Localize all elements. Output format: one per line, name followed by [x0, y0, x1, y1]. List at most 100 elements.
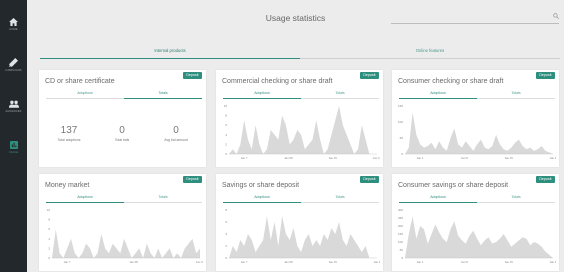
deposit-badge: Deposit	[359, 72, 379, 79]
card-tabs: Adoptions Totals	[399, 195, 555, 203]
x-tick-label: Jan 1	[417, 260, 424, 264]
stat-avg-bal-amount: 0 Avg bal amount	[150, 125, 202, 142]
adoptions-area	[229, 216, 377, 258]
product-tabs: Internal products Online features	[40, 47, 560, 59]
sidebar: Home Campaigns Audiences Usage	[0, 0, 27, 272]
sidebar-item-label: Campaigns	[5, 69, 22, 72]
y-tick-label: 8	[225, 114, 227, 118]
deposit-badge: Deposit	[535, 72, 555, 79]
adoptions-area	[405, 216, 553, 258]
sidebar-item-label: Usage	[8, 151, 19, 154]
people-icon	[8, 100, 19, 108]
y-tick-label: 10	[224, 104, 228, 108]
x-tick-label: Jan 1	[550, 156, 556, 160]
tab-totals[interactable]: Totals	[124, 91, 202, 99]
card-tabs: Adoptions Totals	[46, 91, 202, 99]
tab-adoptions[interactable]: Adoptions	[399, 195, 477, 203]
product-card: Money market Deposit Adoptions Totals 10…	[39, 174, 206, 271]
tab-adoptions[interactable]: Adoptions	[399, 91, 477, 99]
x-tick-label: Jan 08	[284, 260, 293, 264]
product-card: Consumer savings or share deposit Deposi…	[392, 174, 559, 271]
x-tick-label: Jan 1	[374, 260, 380, 264]
sidebar-item-label: Home	[9, 28, 18, 31]
card-tabs: Adoptions Totals	[223, 91, 379, 99]
product-card: CD or share certificate Deposit Adoption…	[39, 70, 206, 167]
y-tick-label: 4	[225, 133, 227, 137]
x-tick-label: Jan 1	[417, 156, 424, 160]
sidebar-item-home[interactable]: Home	[0, 18, 27, 48]
x-tick-label: Jan 8	[461, 156, 468, 160]
deposit-badge: Deposit	[182, 72, 202, 79]
chart-icon	[9, 141, 18, 149]
home-icon	[9, 18, 18, 26]
deposit-badge: Deposit	[535, 176, 555, 183]
y-tick-label: 0	[401, 152, 403, 156]
y-tick-label: 4	[48, 237, 50, 241]
tab-totals[interactable]: Totals	[301, 195, 379, 203]
tab-totals[interactable]: Totals	[477, 91, 555, 99]
stat-caption: Avg bal amount	[164, 138, 188, 142]
x-tick-label: Jan 1	[550, 260, 556, 264]
tab-totals[interactable]: Totals	[477, 195, 555, 203]
stat-total-adoptions: 137 Total adoptions	[43, 125, 95, 142]
adoptions-chart: 10 8 6 4 2 0 Jan 7 Jan 08 Jan 15	[47, 208, 203, 264]
adoptions-chart: 150 100 50 0 Jan 1 Jan 8 Jan 15 Jan 1	[398, 104, 556, 160]
x-tick-label: Jan 15	[328, 260, 337, 264]
x-tick-label: Jan 7	[241, 260, 248, 264]
card-title: Savings or share deposit	[222, 182, 300, 189]
stat-caption: Total bals	[114, 138, 130, 142]
card-title: Consumer savings or share deposit	[398, 182, 509, 189]
tab-adoptions[interactable]: Adoptions	[223, 195, 301, 203]
y-tick-label: 50	[400, 248, 404, 252]
tab-adoptions[interactable]: Adoptions	[223, 91, 301, 99]
stat-value: 137	[60, 125, 78, 136]
x-tick-label: Jan 8	[461, 260, 468, 264]
product-card: Consumer checking or share draft Deposit…	[392, 70, 559, 167]
y-tick-label: 300	[398, 208, 403, 212]
stat-total-bals: 0 Total bals	[96, 125, 148, 142]
sidebar-item-audiences[interactable]: Audiences	[0, 100, 27, 130]
sidebar-item-label: Audiences	[5, 110, 22, 113]
x-tick-label: Jan 7	[64, 260, 71, 264]
x-tick-label: Jan 12	[373, 156, 380, 160]
card-tabs: Adoptions Totals	[46, 195, 202, 203]
adoptions-chart: 300 250 200 150 100 50 0 Jan 1 Jan 8 Jan 15 Jan 1	[398, 208, 556, 264]
y-tick-label: 100	[398, 120, 403, 124]
y-tick-label: 50	[400, 136, 404, 140]
adoptions-chart: 10 8 6 4 2 0 Jan 7 Jan 08 Jan 15 Jan 12	[224, 104, 380, 160]
x-tick-label: Jan 15	[328, 156, 337, 160]
y-tick-label: 150	[398, 104, 403, 108]
x-tick-label: Jan 15	[196, 260, 203, 264]
y-tick-label: 150	[398, 232, 403, 236]
x-tick-label: Jan 15	[504, 260, 513, 264]
deposit-badge: Deposit	[359, 176, 379, 183]
y-tick-label: 6	[225, 220, 227, 224]
x-tick-label: Jan 15	[504, 156, 513, 160]
y-tick-label: 0	[225, 256, 227, 260]
tab-internal-products[interactable]: Internal products	[40, 47, 300, 59]
sidebar-item-campaigns[interactable]: Campaigns	[0, 58, 27, 88]
stat-value: 0	[119, 125, 125, 136]
tab-online-features[interactable]: Online features	[300, 47, 560, 59]
x-tick-label: Jan 7	[241, 156, 248, 160]
search-icon[interactable]	[553, 13, 559, 19]
y-tick-label: 4	[225, 232, 227, 236]
card-title: Commercial checking or share draft	[222, 78, 333, 85]
card-title: CD or share certificate	[45, 78, 115, 85]
adoptions-chart: 8 6 4 2 0 Jan 7 Jan 08 Jan 15 Jan 1	[225, 208, 380, 264]
card-tabs: Adoptions Totals	[399, 91, 555, 99]
tab-totals[interactable]: Totals	[124, 195, 202, 203]
tab-totals[interactable]: Totals	[301, 91, 379, 99]
tab-adoptions[interactable]: Adoptions	[46, 91, 124, 99]
main-content: Usage statistics Internal products Onlin…	[27, 0, 564, 272]
card-title: Consumer checking or share draft	[398, 78, 504, 85]
adoptions-area	[229, 106, 377, 154]
y-tick-label: 2	[48, 246, 50, 250]
y-tick-label: 250	[398, 216, 403, 220]
sidebar-item-usage[interactable]: Usage	[0, 141, 27, 171]
search-input[interactable]	[391, 12, 559, 24]
y-tick-label: 2	[225, 142, 227, 146]
tab-adoptions[interactable]: Adoptions	[46, 195, 124, 203]
y-tick-label: 6	[225, 123, 227, 127]
y-tick-label: 200	[398, 224, 403, 228]
